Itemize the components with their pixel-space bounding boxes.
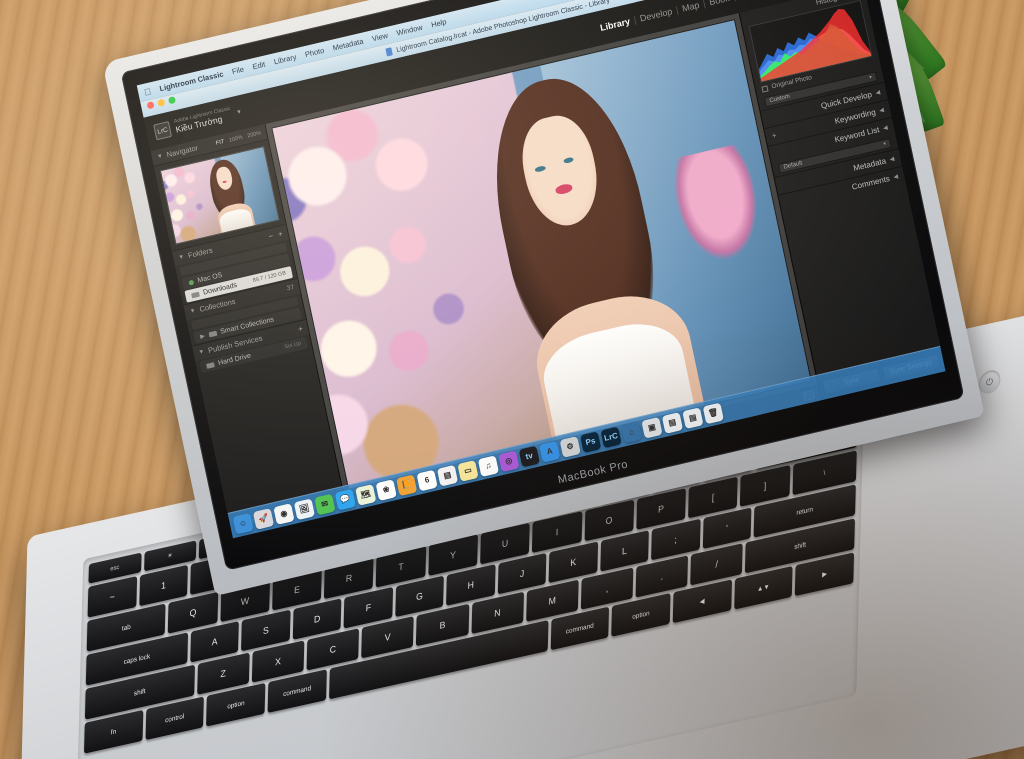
macbook-pro: esc ☀ ☀ ⊞ ◉ ▦ ◐ ◀◀ ▶|| ▶▶ 🔇 🔉 🔊 ⏏ ~ — [16, 0, 1024, 759]
triangle-down-icon[interactable]: ▼ — [189, 307, 196, 314]
apple-icon[interactable]:  — [143, 86, 152, 97]
section-label: Comments — [851, 174, 891, 192]
lightroom-classic-badge-icon: LrC — [153, 121, 173, 141]
trash-icon[interactable]: 🗑 — [702, 402, 724, 424]
menu-item-window[interactable]: Window — [396, 23, 424, 38]
minus-icon[interactable]: − — [268, 231, 274, 241]
triangle-left-icon[interactable]: ◀ — [889, 155, 895, 163]
desk-scene: esc ☀ ☀ ⊞ ◉ ▦ ◐ ◀◀ ▶|| ▶▶ 🔇 🔉 🔊 ⏏ ~ — [0, 0, 1024, 759]
green-dot-icon — [188, 279, 195, 286]
maps-icon[interactable]: 🗺 — [355, 483, 377, 506]
folders-actions[interactable]: − + — [268, 229, 284, 241]
folders-title: Folders — [187, 245, 214, 261]
chrome-icon[interactable]: ◉ — [273, 502, 295, 525]
photoshop-icon[interactable]: Ps — [579, 430, 602, 453]
document-icon — [385, 47, 394, 57]
documents-folder-icon[interactable]: ▤ — [682, 406, 704, 429]
publish-services-actions[interactable]: + — [297, 324, 303, 334]
module-develop[interactable]: Develop — [639, 6, 673, 23]
music-icon[interactable]: ♫ — [477, 454, 499, 477]
preview-icon[interactable]: 🖼 — [293, 497, 315, 520]
photos-icon[interactable]: ❀ — [375, 478, 397, 501]
menu-item-file[interactable]: File — [231, 65, 245, 77]
appstore-icon[interactable]: A — [539, 440, 561, 463]
module-map[interactable]: Map — [681, 0, 700, 14]
module-book[interactable]: Book — [708, 0, 730, 7]
zoom-fit[interactable]: FIT — [215, 139, 224, 147]
triangle-down-icon[interactable]: ▼ — [198, 349, 205, 356]
screenshot-icon[interactable]: ▣ — [641, 416, 663, 439]
module-separator: | — [702, 0, 707, 9]
publish-service-setup-link[interactable]: Set Up — [284, 341, 302, 351]
books-icon[interactable]: 📙 — [395, 473, 418, 496]
triangle-left-icon[interactable]: ◀ — [893, 173, 899, 181]
module-separator: | — [632, 14, 638, 26]
grapher-icon[interactable]: ⌂ — [620, 421, 643, 443]
triangle-down-icon[interactable]: ▼ — [178, 254, 185, 261]
menu-item-edit[interactable]: Edit — [252, 60, 266, 72]
select-arrow-icon[interactable]: ▾ — [883, 141, 887, 147]
appletv-icon[interactable]: tv — [518, 445, 540, 467]
hard-drive-icon — [190, 291, 200, 298]
menu-item-help[interactable]: Help — [430, 17, 447, 29]
menu-item-view[interactable]: View — [371, 31, 389, 43]
contacts-icon[interactable]: ▤ — [436, 464, 459, 487]
hard-drive-icon — [205, 361, 215, 369]
metadata-select-value: Default — [783, 160, 803, 171]
triangle-left-icon[interactable]: ◀ — [875, 89, 881, 97]
lightroom-classic-icon[interactable]: LrC — [600, 426, 622, 448]
launchpad-icon[interactable]: 🚀 — [252, 507, 275, 530]
menu-item-photo[interactable]: Photo — [304, 46, 325, 59]
system-preferences-icon[interactable]: ⚙ — [559, 435, 581, 458]
collections-count: 37 — [286, 283, 295, 293]
menu-item-library[interactable]: Library — [273, 52, 297, 66]
power-button[interactable]: ⏻ — [978, 368, 1001, 396]
messages-icon[interactable]: 💬 — [334, 488, 356, 511]
plus-icon[interactable]: + — [297, 324, 303, 334]
triangle-left-icon[interactable]: ◀ — [879, 107, 885, 114]
notes-icon[interactable]: ▭ — [457, 459, 479, 482]
triangle-left-icon[interactable]: ◀ — [882, 124, 889, 132]
zoom-200[interactable]: 200% — [247, 130, 262, 139]
zoom-100[interactable]: 100% — [228, 134, 243, 143]
smart-collection-icon — [208, 330, 217, 338]
macbook-pro-label: MacBook Pro — [556, 458, 630, 487]
select-arrow-icon[interactable]: ▾ — [869, 74, 873, 80]
checkbox-icon[interactable] — [761, 84, 769, 93]
module-separator: | — [732, 0, 736, 2]
preset-select-value: Custom — [769, 93, 791, 105]
downloads-folder-icon[interactable]: ▤ — [661, 411, 683, 434]
finder-icon[interactable]: ☺ — [232, 512, 254, 535]
module-separator: | — [675, 4, 680, 16]
calendar-icon[interactable]: 6 — [416, 469, 438, 491]
section-lead[interactable]: + — [771, 131, 777, 141]
triangle-right-icon[interactable]: ▶ — [200, 332, 206, 340]
triangle-down-icon[interactable]: ▼ — [156, 153, 163, 160]
chevron-down-icon[interactable]: ▼ — [236, 109, 243, 116]
identity-text: Adobe Lightroom Classic Kiều Trường — [173, 106, 233, 136]
podcasts-icon[interactable]: ◎ — [498, 450, 520, 472]
mail-icon[interactable]: ✉ — [314, 493, 336, 515]
plus-icon[interactable]: + — [277, 229, 283, 239]
module-library[interactable]: Library — [599, 16, 631, 33]
